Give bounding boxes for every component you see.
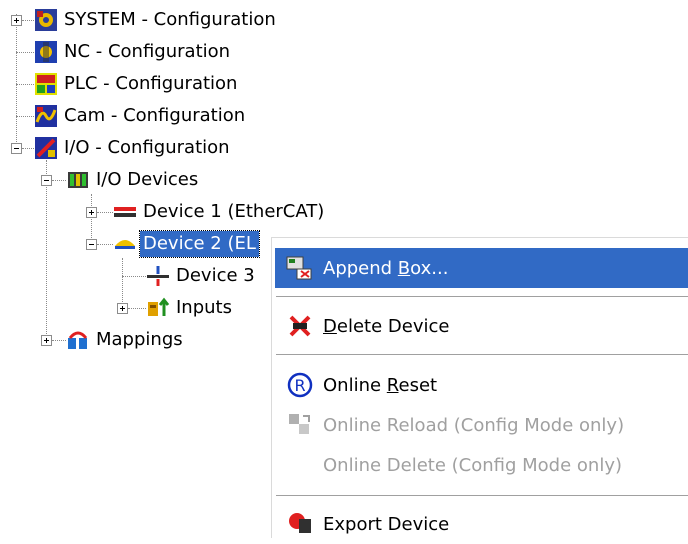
system-config-icon [35, 9, 57, 31]
menu-item-label: Delete Device [323, 315, 450, 337]
device-image-icon [147, 266, 169, 286]
delete-device-icon [289, 315, 311, 337]
context-menu: Append Box... Delete Device R Online Res… [271, 237, 688, 538]
expand-toggle[interactable] [41, 335, 52, 346]
collapse-toggle[interactable] [86, 239, 97, 250]
tree-item-label: I/O - Configuration [64, 137, 230, 158]
inputs-icon [148, 297, 170, 316]
menu-item-export-device[interactable]: Export Device [275, 504, 688, 544]
tree-item-inputs[interactable]: Inputs [146, 292, 235, 324]
tree-item-system-configuration[interactable]: SYSTEM - Configuration [34, 4, 279, 36]
tree-item-label: I/O Devices [96, 169, 199, 190]
tree-connector-line [46, 160, 47, 340]
tree-connector-line [22, 20, 34, 21]
expand-toggle[interactable] [86, 207, 97, 218]
export-device-icon [289, 513, 311, 533]
tree-connector-line [91, 194, 92, 244]
tree-item-device-3[interactable]: Device 3 [146, 260, 258, 292]
tree-item-label: SYSTEM - Configuration [64, 9, 276, 30]
expand-toggle[interactable] [11, 15, 22, 26]
tree-connector-line [97, 212, 113, 213]
expand-toggle[interactable] [117, 303, 128, 314]
device-icon [115, 240, 135, 249]
plc-config-icon [35, 73, 57, 95]
tree-item-mappings[interactable]: Mappings [66, 324, 186, 356]
online-reload-icon [289, 414, 310, 434]
tree-connector-line [52, 180, 66, 181]
tree-connector-line [52, 340, 66, 341]
tree-item-label: Device 3 [176, 265, 255, 286]
ethercat-device-icon [114, 207, 136, 217]
tree-item-label: Device 1 (EtherCAT) [143, 201, 325, 222]
io-devices-icon [68, 172, 88, 188]
menu-separator [276, 354, 688, 356]
tree-connector-line [22, 148, 34, 149]
menu-item-online-delete[interactable]: Online Delete (Config Mode only) [275, 445, 688, 485]
tree-connector-line [16, 14, 17, 148]
tree-item-device-1[interactable]: Device 1 (EtherCAT) [113, 196, 327, 228]
menu-item-online-reload[interactable]: Online Reload (Config Mode only) [275, 405, 688, 445]
tree-connector-line [122, 258, 123, 308]
tree-item-label: Inputs [176, 297, 232, 318]
tree-item-device-2[interactable]: Device 2 (EL [113, 228, 260, 260]
online-reset-icon: R [287, 372, 313, 398]
menu-item-label: Online Reload (Config Mode only) [323, 414, 625, 436]
tree-connector-line [128, 308, 146, 309]
cam-config-icon [35, 105, 57, 127]
menu-item-label: Export Device [323, 513, 450, 535]
collapse-toggle[interactable] [11, 143, 22, 154]
tree-connector-line [16, 52, 34, 53]
menu-item-online-reset[interactable]: R Online Reset [275, 365, 688, 405]
menu-separator [276, 495, 688, 497]
tree-item-label: Device 2 (EL [139, 230, 260, 258]
menu-item-delete-device[interactable]: Delete Device [275, 306, 688, 346]
tree-connector-line [16, 84, 34, 85]
blank-icon [285, 450, 315, 480]
svg-text:R: R [294, 376, 305, 395]
tree-item-cam-configuration[interactable]: Cam - Configuration [34, 100, 248, 132]
menu-separator [276, 296, 688, 298]
mappings-icon [68, 331, 88, 349]
tree-item-label: NC - Configuration [64, 41, 231, 62]
tree-item-plc-configuration[interactable]: PLC - Configuration [34, 68, 240, 100]
io-config-icon [35, 137, 57, 159]
tree-item-nc-configuration[interactable]: NC - Configuration [34, 36, 233, 68]
tree-connector-line [16, 116, 34, 117]
tree-item-io-devices[interactable]: I/O Devices [66, 164, 201, 196]
tree-connector-line [97, 244, 113, 245]
tree-connector-line [122, 276, 146, 277]
tree-item-io-configuration[interactable]: I/O - Configuration [34, 132, 233, 164]
nc-config-icon [35, 41, 57, 63]
collapse-toggle[interactable] [41, 175, 52, 186]
tree-item-label: PLC - Configuration [64, 73, 238, 94]
append-box-icon [286, 256, 312, 280]
tree-item-label: Mappings [96, 329, 183, 350]
menu-item-label: Append Box... [323, 257, 449, 279]
tree-item-label: Cam - Configuration [64, 105, 246, 126]
menu-item-label: Online Delete (Config Mode only) [323, 454, 623, 476]
menu-item-label: Online Reset [323, 374, 438, 396]
menu-item-append-box[interactable]: Append Box... [275, 248, 688, 288]
